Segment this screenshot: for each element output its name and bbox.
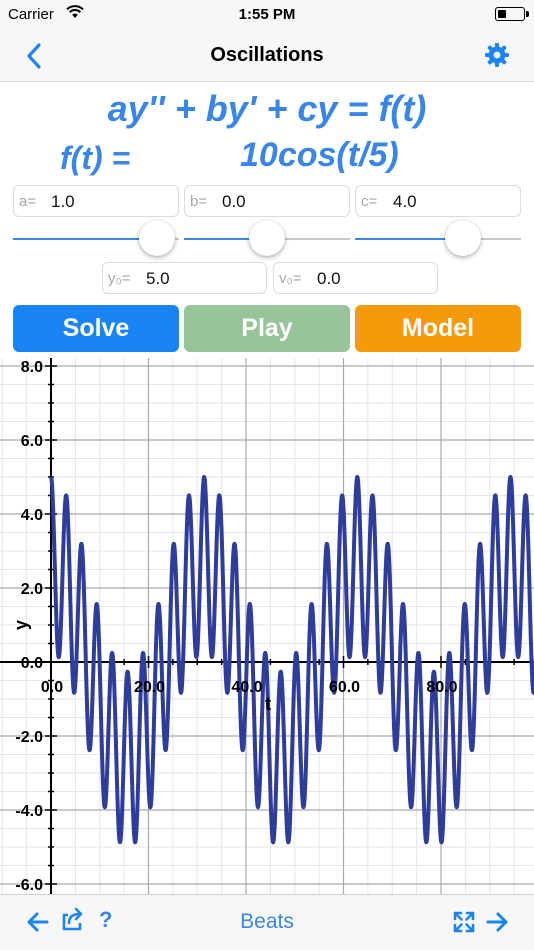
- y-tick-label: 4.0: [21, 507, 43, 524]
- battery-icon: [495, 7, 525, 21]
- expand-icon[interactable]: [453, 911, 475, 933]
- param-a-field[interactable]: a= 1.0: [13, 185, 179, 217]
- battery-level: [498, 10, 507, 18]
- param-a-value[interactable]: 1.0: [51, 192, 75, 212]
- slider-thumb[interactable]: [444, 220, 481, 256]
- page-title: Oscillations: [210, 44, 324, 66]
- param-c-slider[interactable]: [355, 220, 521, 256]
- y-tick-label: -4.0: [15, 803, 43, 820]
- initial-v0-field[interactable]: v₀= 0.0: [273, 262, 438, 294]
- y-tick-label: 2.0: [21, 581, 43, 598]
- solve-button[interactable]: Solve: [13, 305, 179, 352]
- slider-thumb[interactable]: [139, 220, 176, 256]
- y-tick-label: 8.0: [21, 359, 43, 376]
- y-tick-label: 0.0: [21, 655, 43, 672]
- x-tick-label: 60.0: [329, 679, 360, 696]
- solution-chart[interactable]: 0.0 20.0 40.0 60.0 80.0 -6.0 -4.0 -2.0 0.0 2.0 4.0…: [0, 358, 534, 894]
- initial-y0-label: y₀=: [108, 270, 131, 287]
- initial-y0-field[interactable]: y₀= 5.0: [102, 262, 267, 294]
- slider-track-filled: [13, 238, 158, 240]
- y-tick-label: -6.0: [15, 877, 43, 894]
- initial-v0-label: v₀=: [279, 270, 302, 287]
- minor-grid: [0, 358, 534, 894]
- status-time: 1:55 PM: [238, 6, 296, 23]
- x-axis-label: t: [265, 694, 271, 714]
- slider-thumb[interactable]: [249, 220, 285, 256]
- param-a-slider[interactable]: [13, 220, 179, 256]
- model-button[interactable]: Model: [355, 305, 521, 352]
- param-b-field[interactable]: b= 0.0: [184, 185, 350, 217]
- param-b-value[interactable]: 0.0: [222, 192, 246, 212]
- navigation-bar: Oscillations: [0, 30, 534, 82]
- initial-v0-value[interactable]: 0.0: [317, 269, 341, 289]
- param-c-value[interactable]: 4.0: [393, 192, 417, 212]
- gear-icon[interactable]: [484, 42, 510, 68]
- param-c-field[interactable]: c= 4.0: [355, 185, 521, 217]
- forcing-function[interactable]: 10cos(t/5): [240, 136, 399, 175]
- major-grid: [0, 358, 534, 894]
- status-bar: Carrier 1:55 PM: [0, 0, 534, 30]
- arrow-right-icon[interactable]: [485, 909, 509, 935]
- x-tick-label: 40.0: [231, 679, 262, 696]
- x-tick-label: 0.0: [41, 679, 63, 696]
- param-b-label: b=: [190, 193, 208, 210]
- play-button[interactable]: Play: [184, 305, 350, 352]
- x-tick-label: 20.0: [134, 679, 165, 696]
- y-tick-label: 6.0: [21, 433, 43, 450]
- y-tick-label: -2.0: [15, 729, 43, 746]
- battery-cap: [526, 11, 529, 17]
- forcing-label: f(t) =: [60, 140, 131, 176]
- chart-axes: [0, 358, 534, 894]
- initial-y0-value[interactable]: 5.0: [146, 269, 170, 289]
- param-a-label: a=: [19, 193, 37, 210]
- param-b-slider[interactable]: [184, 220, 350, 256]
- param-c-label: c=: [361, 193, 378, 210]
- y-axis-label: y: [11, 620, 31, 630]
- bottom-toolbar: ? Beats: [0, 894, 534, 950]
- x-tick-label: 80.0: [426, 679, 457, 696]
- differential-equation: ay'' + by' + cy = f(t): [107, 88, 427, 129]
